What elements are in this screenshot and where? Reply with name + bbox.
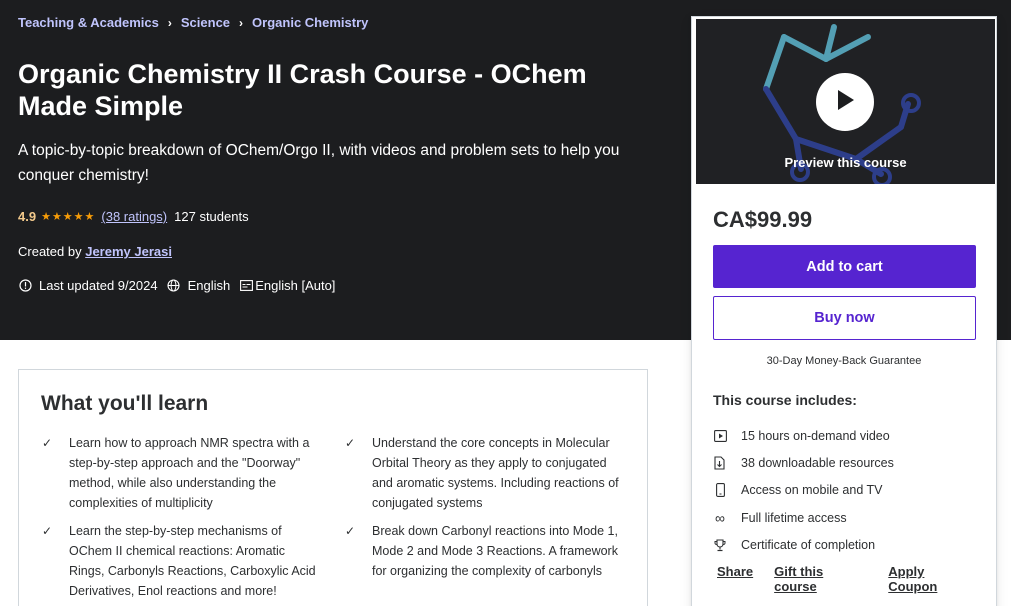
student-count: 127 students bbox=[174, 209, 249, 224]
price: CA$99.99 bbox=[713, 207, 813, 232]
list-item: 15 hours on-demand video bbox=[713, 422, 894, 449]
list-item: ∞ Full lifetime access bbox=[713, 504, 894, 531]
learn-item-text: Understand the core concepts in Molecula… bbox=[372, 436, 619, 510]
check-icon: ✓ bbox=[345, 436, 356, 450]
infinity-icon: ∞ bbox=[715, 509, 725, 526]
money-back-guarantee: 30-Day Money-Back Guarantee bbox=[766, 355, 922, 367]
created-by-label: Created by bbox=[18, 244, 82, 259]
rating-value: 4.9 bbox=[18, 209, 37, 224]
breadcrumb-item-science[interactable]: Science bbox=[181, 15, 230, 30]
breadcrumb: Teaching & Academics › Science › Organic… bbox=[18, 15, 368, 30]
sidebar-links: Share Gift this course Apply Coupon bbox=[717, 564, 996, 594]
list-item: ✓ Learn the step-by-step mechanisms of O… bbox=[42, 521, 319, 601]
language-text: English bbox=[187, 278, 231, 293]
chevron-right-icon: › bbox=[239, 15, 244, 30]
learn-title: What you'll learn bbox=[41, 392, 209, 415]
last-updated: Last updated 9/2024 bbox=[18, 278, 158, 293]
trophy-icon bbox=[713, 538, 727, 552]
captions-text: English [Auto] bbox=[255, 278, 336, 293]
star-rating-icon: ★★★★★ bbox=[41, 211, 96, 223]
rating-row: 4.9 ★★★★★ (38 ratings) 127 students bbox=[18, 209, 249, 224]
play-button[interactable] bbox=[816, 73, 874, 131]
check-icon: ✓ bbox=[42, 436, 53, 450]
include-text: Full lifetime access bbox=[741, 510, 847, 525]
author-link[interactable]: Jeremy Jerasi bbox=[85, 244, 172, 259]
add-to-cart-button[interactable]: Add to cart bbox=[713, 245, 976, 288]
list-item: ✓ Break down Carbonyl reactions into Mod… bbox=[345, 521, 622, 581]
buy-now-button[interactable]: Buy now bbox=[713, 296, 976, 340]
include-text: Certificate of completion bbox=[741, 538, 876, 553]
include-text: 15 hours on-demand video bbox=[741, 428, 890, 443]
course-subtitle: A topic-by-topic breakdown of OChem/Orgo… bbox=[18, 142, 620, 184]
captions: English [Auto] bbox=[239, 278, 335, 293]
apply-coupon-link[interactable]: Apply Coupon bbox=[888, 564, 975, 594]
play-icon bbox=[835, 89, 855, 116]
file-download-icon bbox=[713, 456, 727, 470]
learn-item-text: Break down Carbonyl reactions into Mode … bbox=[372, 524, 618, 578]
include-text: 38 downloadable resources bbox=[741, 456, 894, 471]
purchase-sidebar: Preview this course CA$99.99 Add to cart… bbox=[691, 16, 997, 606]
check-icon: ✓ bbox=[42, 524, 53, 538]
list-item: ✓ Understand the core concepts in Molecu… bbox=[345, 433, 622, 513]
include-text: Access on mobile and TV bbox=[741, 483, 883, 498]
share-link[interactable]: Share bbox=[717, 564, 753, 594]
breadcrumb-item-organic-chemistry[interactable]: Organic Chemistry bbox=[252, 15, 368, 30]
list-item: Access on mobile and TV bbox=[713, 477, 894, 504]
language: English bbox=[167, 278, 231, 293]
list-item: ✓ Learn how to approach NMR spectra with… bbox=[42, 433, 319, 513]
chevron-right-icon: › bbox=[167, 15, 172, 30]
breadcrumb-item-teaching[interactable]: Teaching & Academics bbox=[18, 15, 159, 30]
what-you-will-learn: What you'll learn ✓ Learn how to approac… bbox=[18, 369, 648, 606]
learn-item-text: Learn the step-by-step mechanisms of OCh… bbox=[69, 524, 316, 598]
course-title: Organic Chemistry II Crash Course - OChe… bbox=[18, 59, 587, 121]
created-by: Created by Jeremy Jerasi bbox=[18, 244, 172, 259]
course-meta: Last updated 9/2024 English English [Aut… bbox=[18, 278, 344, 293]
list-item: 38 downloadable resources bbox=[713, 449, 894, 476]
gift-course-link[interactable]: Gift this course bbox=[774, 564, 867, 594]
last-updated-text: Last updated 9/2024 bbox=[39, 278, 158, 293]
includes-list: 15 hours on-demand video 38 downloadable… bbox=[713, 422, 894, 559]
preview-label: Preview this course bbox=[784, 155, 907, 170]
alert-icon bbox=[18, 279, 32, 293]
ratings-count-link[interactable]: (38 ratings) bbox=[101, 209, 167, 224]
captions-icon bbox=[239, 279, 253, 293]
learn-item-text: Learn how to approach NMR spectra with a… bbox=[69, 436, 310, 510]
globe-icon bbox=[167, 279, 181, 293]
mobile-icon bbox=[713, 483, 727, 498]
list-item: Certificate of completion bbox=[713, 532, 894, 559]
video-icon bbox=[713, 429, 727, 443]
course-preview[interactable]: Preview this course bbox=[696, 19, 995, 184]
check-icon: ✓ bbox=[345, 524, 356, 538]
includes-title: This course includes: bbox=[713, 392, 857, 408]
